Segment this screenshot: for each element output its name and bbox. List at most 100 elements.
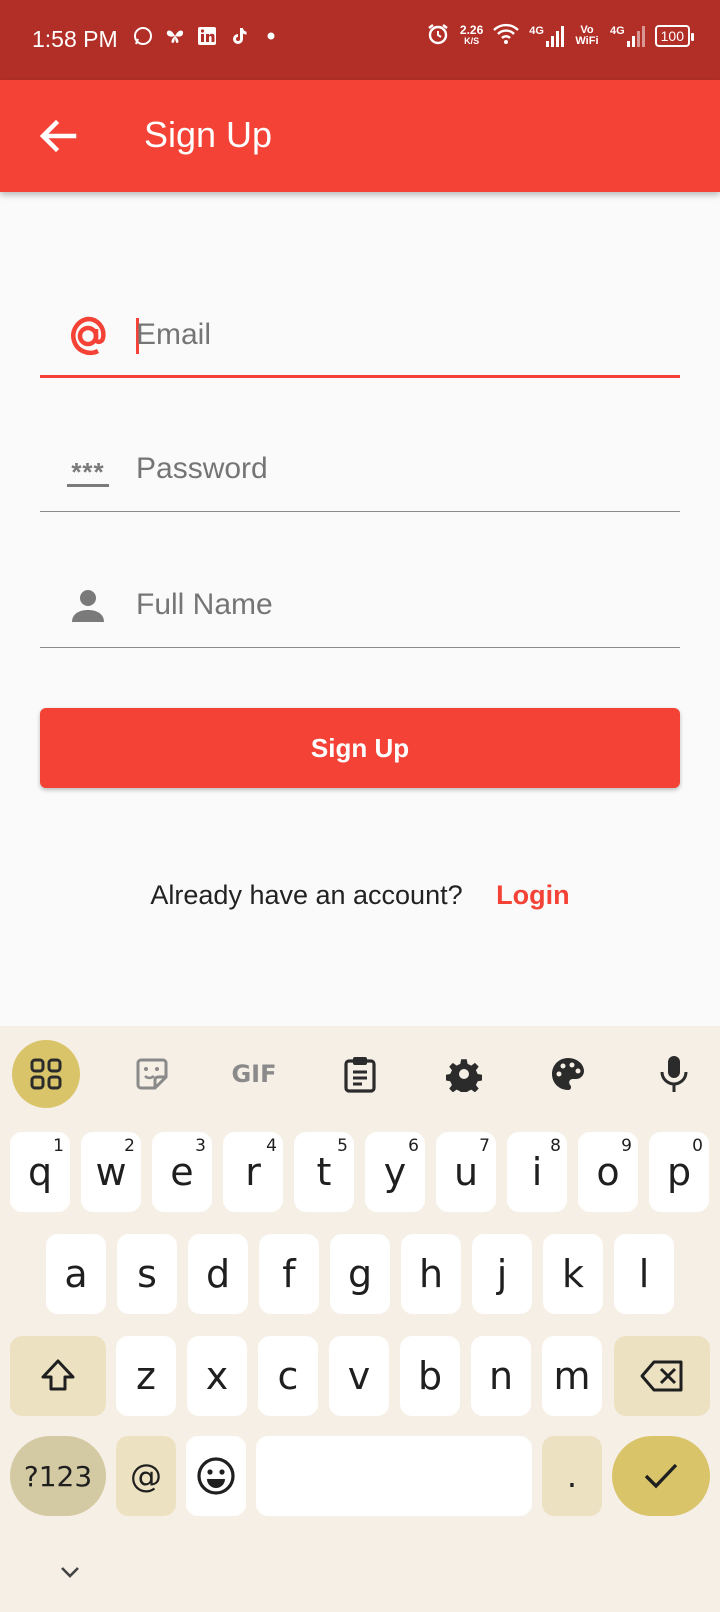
- backspace-key[interactable]: [614, 1336, 710, 1416]
- status-bar: 1:58 PM 2.26 K/S 4G Vo WiFi 4G 100: [0, 0, 720, 80]
- key-n[interactable]: n: [471, 1336, 531, 1416]
- key-s[interactable]: s: [117, 1234, 177, 1314]
- key-h[interactable]: h: [401, 1234, 461, 1314]
- settings-icon[interactable]: [430, 1040, 498, 1108]
- vowifi-label: Vo WiFi: [575, 23, 599, 47]
- key-m[interactable]: m: [542, 1336, 602, 1416]
- key-q[interactable]: q1: [10, 1132, 70, 1212]
- key-label: i: [531, 1150, 543, 1194]
- tiktok-icon: [228, 26, 250, 52]
- key-k[interactable]: k: [543, 1234, 603, 1314]
- key-hint: 4: [266, 1136, 277, 1156]
- speed-value: 2.26: [459, 22, 484, 37]
- keyboard-toolbar: GIF: [0, 1026, 720, 1122]
- key-o[interactable]: o9: [578, 1132, 638, 1212]
- network-type-2: 4G: [609, 24, 625, 37]
- key-b[interactable]: b: [400, 1336, 460, 1416]
- email-field[interactable]: Email: [40, 288, 680, 378]
- chevron-down-icon[interactable]: [56, 1562, 84, 1582]
- password-icon: ***: [66, 448, 110, 492]
- key-label: p: [666, 1150, 692, 1194]
- password-field[interactable]: *** Password: [40, 422, 680, 512]
- gif-icon[interactable]: GIF: [220, 1040, 288, 1108]
- emoji-key[interactable]: [186, 1436, 246, 1516]
- sticker-icon[interactable]: [118, 1040, 186, 1108]
- login-prompt: Already have an account? Login: [0, 880, 720, 911]
- key-u[interactable]: u7: [436, 1132, 496, 1212]
- shift-key[interactable]: [10, 1336, 106, 1416]
- space-key[interactable]: [256, 1436, 532, 1516]
- key-label: w: [95, 1150, 127, 1194]
- speed-unit: K/S: [464, 35, 480, 46]
- login-link[interactable]: Login: [496, 880, 569, 910]
- battery-indicator: 100: [654, 24, 695, 47]
- key-l[interactable]: l: [614, 1234, 674, 1314]
- email-placeholder: Email: [136, 318, 212, 351]
- palette-icon[interactable]: [534, 1040, 602, 1108]
- key-a[interactable]: a: [46, 1234, 106, 1314]
- key-t[interactable]: t5: [294, 1132, 354, 1212]
- status-indicators: 2.26 K/S 4G Vo WiFi 4G 100: [426, 22, 695, 49]
- clipboard-icon[interactable]: [326, 1040, 394, 1108]
- key-label: r: [245, 1150, 261, 1194]
- key-hint: 0: [692, 1136, 703, 1156]
- soft-keyboard: GIF q1w2e3r4t5y6u7i8o9p0 asdfghjkl zxcvb…: [0, 1026, 720, 1612]
- key-hint: 2: [124, 1136, 135, 1156]
- key-label: q: [27, 1150, 53, 1194]
- at-key[interactable]: @: [116, 1436, 176, 1516]
- key-e[interactable]: e3: [152, 1132, 212, 1212]
- key-label: t: [316, 1150, 332, 1194]
- app-bar: Sign Up: [0, 80, 720, 192]
- key-c[interactable]: c: [258, 1336, 318, 1416]
- key-hint: 1: [53, 1136, 64, 1156]
- back-button[interactable]: [34, 112, 82, 160]
- key-v[interactable]: v: [329, 1336, 389, 1416]
- key-r[interactable]: r4: [223, 1132, 283, 1212]
- key-z[interactable]: z: [116, 1336, 176, 1416]
- password-placeholder: Password: [136, 452, 268, 485]
- checkmark-icon: [644, 1463, 678, 1489]
- arrow-back-icon: [39, 119, 77, 153]
- key-label: y: [383, 1150, 407, 1194]
- password-icon-stars: ***: [71, 456, 105, 487]
- login-question: Already have an account?: [150, 880, 463, 910]
- password-underline: [40, 510, 680, 512]
- person-icon: [66, 584, 110, 628]
- key-label: o: [596, 1150, 620, 1194]
- key-hint: 7: [479, 1136, 490, 1156]
- key-p[interactable]: p0: [649, 1132, 709, 1212]
- key-hint: 3: [195, 1136, 206, 1156]
- key-hint: 8: [550, 1136, 561, 1156]
- notification-icons: [132, 26, 282, 52]
- key-label: u: [453, 1150, 479, 1194]
- key-hint: 9: [621, 1136, 632, 1156]
- fullname-underline: [40, 646, 680, 648]
- key-y[interactable]: y6: [365, 1132, 425, 1212]
- wifi-icon: [493, 23, 520, 48]
- apps-grid-icon[interactable]: [12, 1040, 80, 1108]
- fullname-field[interactable]: Full Name: [40, 558, 680, 648]
- key-w[interactable]: w2: [81, 1132, 141, 1212]
- at-sign-icon: [66, 314, 110, 358]
- key-i[interactable]: i8: [507, 1132, 567, 1212]
- signal-1: 4G: [529, 25, 564, 47]
- fullname-placeholder: Full Name: [136, 588, 273, 621]
- key-g[interactable]: g: [330, 1234, 390, 1314]
- key-hint: 6: [408, 1136, 419, 1156]
- sign-up-button[interactable]: Sign Up: [40, 708, 680, 788]
- key-f[interactable]: f: [259, 1234, 319, 1314]
- email-underline: [40, 375, 680, 378]
- period-key[interactable]: .: [542, 1436, 602, 1516]
- key-label: e: [170, 1150, 194, 1194]
- signal-bars-icon: [626, 25, 645, 47]
- backspace-icon: [640, 1360, 683, 1392]
- network-speed: 2.26 K/S: [459, 22, 484, 47]
- enter-key[interactable]: [612, 1436, 710, 1516]
- key-d[interactable]: d: [188, 1234, 248, 1314]
- symbols-key[interactable]: ?123: [10, 1436, 106, 1516]
- key-j[interactable]: j: [472, 1234, 532, 1314]
- alarm-icon: [426, 22, 450, 49]
- microphone-icon[interactable]: [640, 1040, 708, 1108]
- butterfly-icon: [164, 26, 186, 52]
- key-x[interactable]: x: [187, 1336, 247, 1416]
